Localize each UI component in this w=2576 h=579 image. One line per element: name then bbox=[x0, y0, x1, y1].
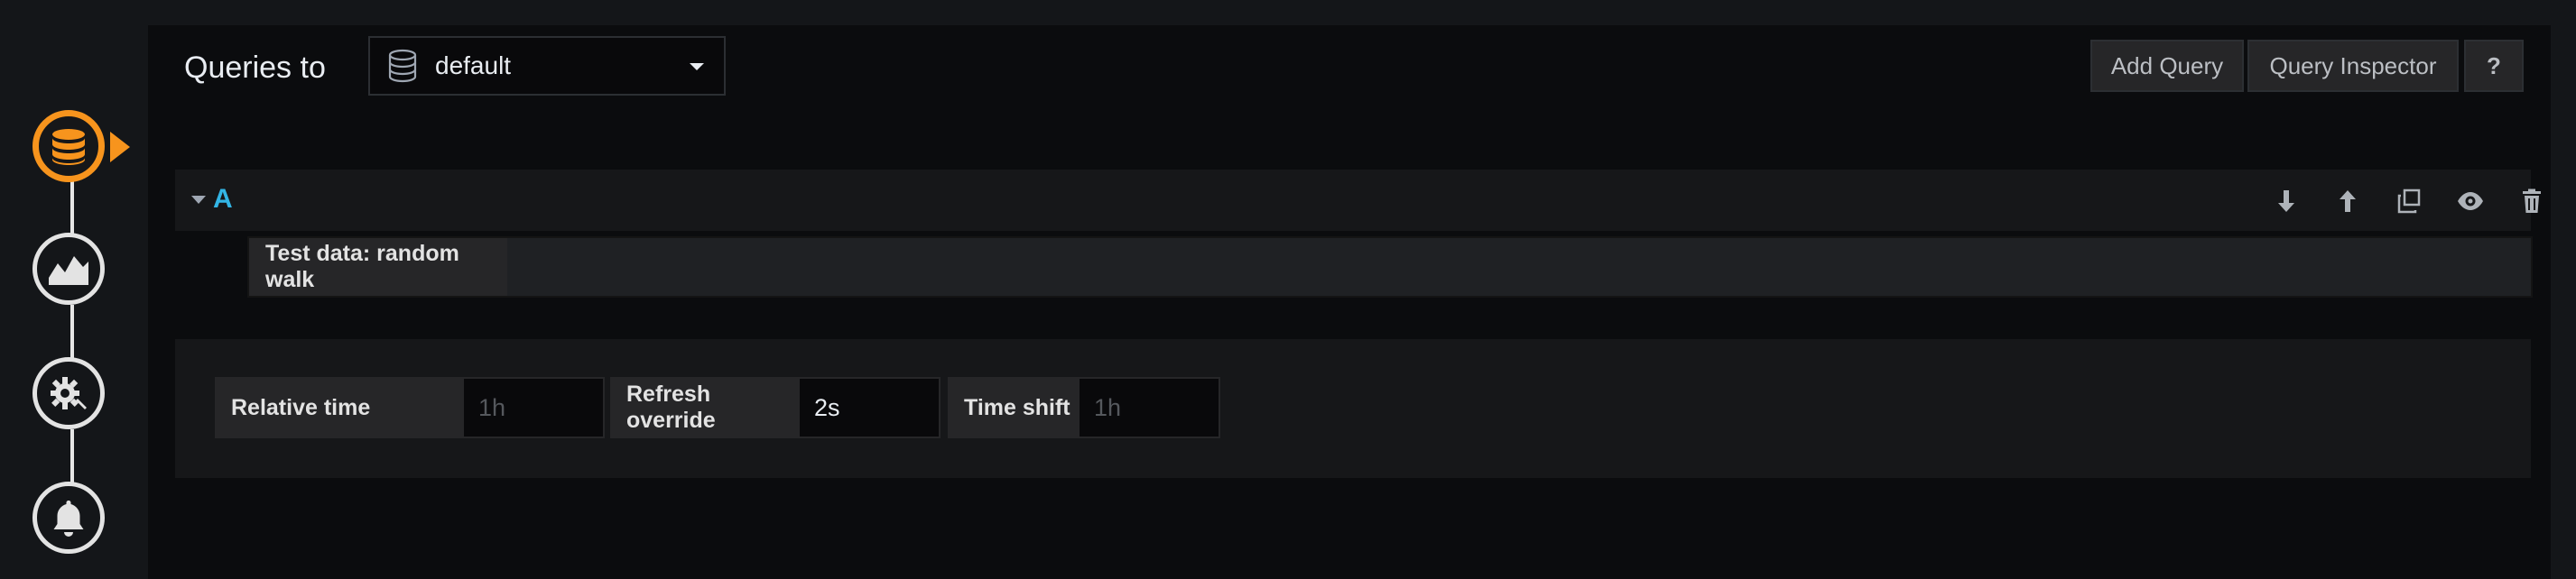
refresh-override-input[interactable]: 2s bbox=[798, 377, 941, 438]
refresh-override-value: 2s bbox=[814, 393, 840, 421]
refresh-override-label: Refresh override bbox=[610, 377, 800, 438]
scenario-selector[interactable]: Test data: random walk bbox=[249, 238, 507, 296]
arrow-down-icon[interactable] bbox=[2273, 188, 2300, 215]
chevron-down-icon bbox=[690, 63, 704, 70]
active-step-pointer bbox=[110, 132, 130, 162]
relative-time-input[interactable]: 1h bbox=[462, 377, 605, 438]
time-shift-placeholder: 1h bbox=[1094, 393, 1122, 421]
gear-icon bbox=[51, 377, 87, 409]
duplicate-icon[interactable] bbox=[2395, 188, 2423, 215]
datasource-name: default bbox=[435, 51, 512, 79]
query-options-panel: Relative time 1h Refresh override 2s Tim… bbox=[175, 339, 2531, 478]
arrow-up-icon[interactable] bbox=[2334, 188, 2361, 215]
chart-icon bbox=[49, 256, 88, 285]
query-editor-panel: Queries to default Add Query Query Inspe… bbox=[148, 25, 2551, 579]
step-general[interactable] bbox=[32, 357, 105, 429]
query-ref-id[interactable]: A bbox=[213, 184, 233, 215]
relative-time-placeholder: 1h bbox=[478, 393, 506, 421]
query-row-header: A bbox=[175, 170, 2541, 231]
step-queries[interactable] bbox=[32, 110, 105, 182]
help-button[interactable]: ? bbox=[2464, 40, 2524, 92]
add-query-button[interactable]: Add Query bbox=[2090, 40, 2244, 92]
step-alert[interactable] bbox=[32, 482, 105, 554]
step-visualization[interactable] bbox=[32, 233, 105, 305]
time-shift-label: Time shift bbox=[948, 377, 1080, 438]
eye-icon[interactable] bbox=[2457, 188, 2484, 215]
collapse-caret-icon[interactable] bbox=[191, 196, 206, 204]
queries-to-label: Queries to bbox=[184, 51, 326, 85]
datasource-picker[interactable]: default bbox=[368, 36, 726, 96]
editor-sidebar bbox=[0, 0, 146, 579]
query-editor-row: Test data: random walk bbox=[247, 236, 2533, 298]
database-icon bbox=[388, 49, 417, 83]
database-icon bbox=[52, 129, 85, 165]
query-inspector-button[interactable]: Query Inspector bbox=[2247, 40, 2459, 92]
relative-time-label: Relative time bbox=[215, 377, 464, 438]
trash-icon[interactable] bbox=[2518, 188, 2545, 215]
bell-icon bbox=[53, 501, 84, 537]
time-shift-input[interactable]: 1h bbox=[1078, 377, 1220, 438]
